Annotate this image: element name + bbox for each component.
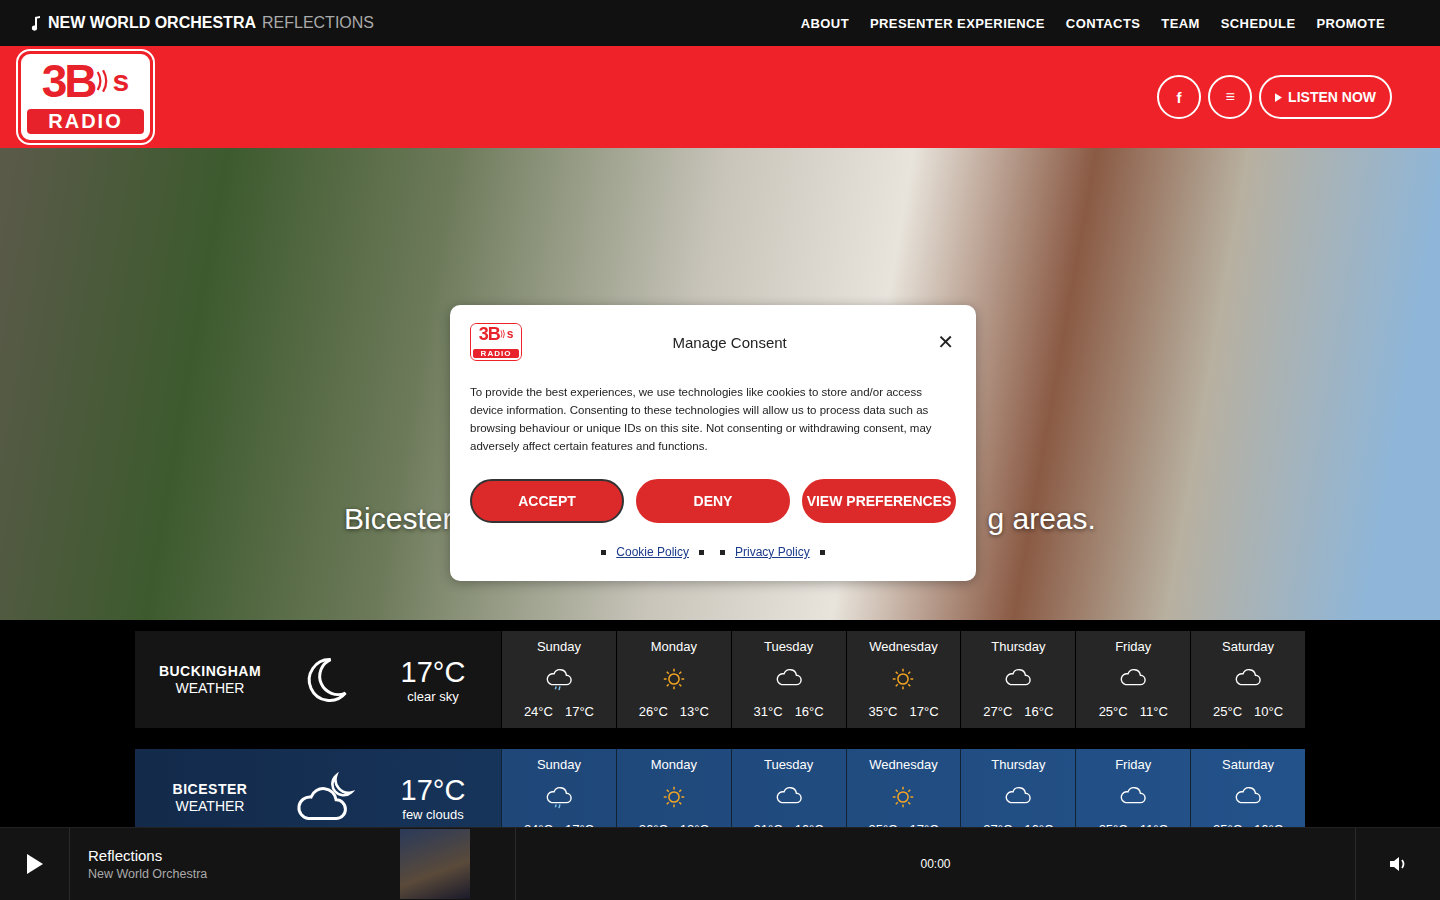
nav-link[interactable]: PRESENTER EXPERIENCE [870, 16, 1045, 31]
now-playing-ticker: NEW WORLD ORCHESTRA REFLECTIONS [30, 14, 374, 32]
nav-link[interactable]: SCHEDULE [1221, 16, 1296, 31]
weather-row: BUCKINGHAM WEATHER 17°C clear sky Sunday… [135, 631, 1305, 728]
rain-icon [544, 784, 574, 810]
policy-link[interactable]: Cookie Policy [616, 545, 689, 559]
play-button[interactable] [0, 828, 70, 900]
nav-link[interactable]: TEAM [1161, 16, 1199, 31]
consent-button[interactable]: VIEW PREFERENCES [802, 479, 956, 523]
close-button[interactable]: ✕ [937, 330, 956, 354]
consent-button[interactable]: DENY [636, 479, 790, 523]
audio-player: Reflections New World Orchestra 00:00 [0, 827, 1440, 900]
waves-icon [500, 327, 507, 341]
sun-icon [659, 666, 689, 692]
speaker-icon [1388, 854, 1408, 874]
waves-icon [95, 64, 113, 98]
forecast-day: Thursday 27°C16°C [960, 631, 1075, 728]
facebook-button[interactable]: f [1157, 75, 1201, 119]
nav-link[interactable]: ABOUT [801, 16, 849, 31]
cloud-moon-icon [295, 772, 355, 824]
forecast-day: Tuesday 31°C16°C [731, 631, 846, 728]
consent-dialog: 3B s RADIO Manage Consent ✕ To provide t… [450, 305, 976, 581]
play-icon [27, 854, 43, 874]
forecast-day: Monday 26°C13°C [616, 631, 731, 728]
sun-icon [888, 784, 918, 810]
cloud-icon [1003, 666, 1033, 692]
cloud-icon [774, 784, 804, 810]
menu-button[interactable]: ≡ [1208, 75, 1252, 119]
forecast-day: Sunday 24°C17°C [501, 631, 616, 728]
cloud-icon [1233, 666, 1263, 692]
station-logo[interactable]: 3B s RADIO [470, 323, 522, 361]
current-weather: BUCKINGHAM WEATHER 17°C clear sky [135, 631, 501, 728]
main-nav: ABOUT PRESENTER EXPERIENCE CONTACTS TEAM SCH… [801, 16, 1385, 31]
forecast-day: Saturday 25°C10°C [1190, 631, 1305, 728]
nav-link[interactable]: PROMOTE [1316, 16, 1385, 31]
rain-icon [544, 666, 574, 692]
cloud-icon [1118, 666, 1148, 692]
album-art [400, 829, 470, 899]
volume-button[interactable] [1355, 828, 1440, 900]
consent-button[interactable]: ACCEPT [470, 479, 624, 523]
page: NEW WORLD ORCHESTRA REFLECTIONS ABOUT PRE… [0, 0, 1440, 900]
forecast-day: Wednesday 35°C17°C [846, 631, 961, 728]
play-icon [1275, 93, 1282, 102]
sun-icon [659, 784, 689, 810]
cloud-icon [1003, 784, 1033, 810]
moon-icon [295, 654, 355, 706]
nav-link[interactable]: CONTACTS [1066, 16, 1140, 31]
listen-now-button[interactable]: LISTEN NOW [1259, 75, 1392, 119]
cloud-icon [774, 666, 804, 692]
cloud-icon [1118, 784, 1148, 810]
site-header: 3B s RADIO f ≡ LISTEN NOW [0, 46, 1440, 148]
station-logo[interactable]: 3B s RADIO [18, 51, 153, 143]
music-note-icon [30, 15, 42, 31]
top-bar: NEW WORLD ORCHESTRA REFLECTIONS ABOUT PRE… [0, 0, 1440, 46]
policy-link[interactable]: Privacy Policy [735, 545, 810, 559]
forecast-day: Friday 25°C11°C [1075, 631, 1190, 728]
sun-icon [888, 666, 918, 692]
cloud-icon [1233, 784, 1263, 810]
